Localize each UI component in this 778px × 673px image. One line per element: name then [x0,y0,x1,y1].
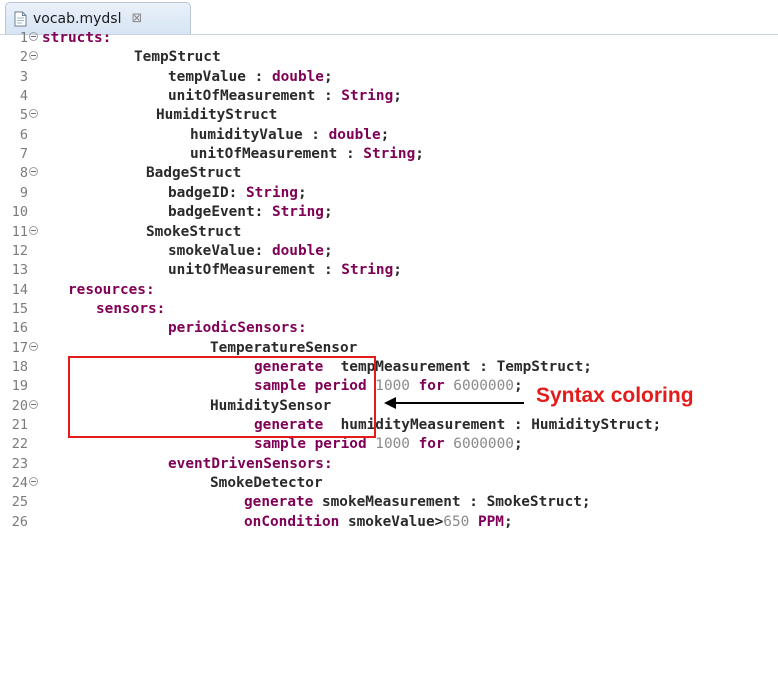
identifier-token: unitOfMeasurement : [168,262,342,279]
tab-title: vocab.mydsl [33,10,122,27]
identifier-token: ; [323,204,333,221]
keyword-token: double [271,242,324,259]
identifier-token: humidityValue : [190,126,329,143]
number-token: 1000 [375,436,410,453]
identifier-token: ; [393,262,402,279]
identifier-token: tempValue : [168,68,272,85]
fold-collapse-icon[interactable] [29,109,38,119]
identifier-token: SmokeStruct [146,223,242,240]
identifier-token [469,514,478,530]
fold-collapse-icon[interactable] [29,341,38,351]
identifier-token: ; [297,184,307,201]
fold-collapse-icon[interactable] [29,477,38,487]
keyword-token: structs: [42,30,112,46]
highlight-box [68,356,376,438]
arrow-left-icon [384,397,524,409]
identifier-token: unitOfMeasurement : [190,146,364,163]
annotation-label: Syntax coloring [536,384,694,407]
keyword-token: resources: [68,281,155,298]
identifier-token: unitOfMeasurement : [168,88,342,105]
keyword-token: generate [244,494,314,511]
file-icon [14,11,27,26]
keyword-token: String [363,146,416,163]
keyword-token: onCondition [244,513,340,530]
identifier-token: smokeMeasurement : SmokeStruct; [313,494,591,511]
identifier-token: ; [513,436,523,453]
line-number: 26 [11,513,28,530]
keyword-token: sample period [254,436,376,453]
identifier-token: ; [380,126,390,143]
keyword-token: sensors: [96,300,166,317]
keyword-token: PPM [477,513,504,530]
keyword-token: eventDrivenSensors: [168,455,333,472]
fold-collapse-icon[interactable] [29,399,38,409]
identifier-token: TemperatureSensor [210,339,358,356]
keyword-token: String [341,262,394,279]
fold-collapse-icon[interactable] [29,225,38,235]
keyword-token: String [271,204,324,221]
identifier-token: ; [415,146,424,163]
identifier-token: ; [513,378,523,395]
keyword-token: String [245,184,298,201]
fold-collapse-icon[interactable] [29,167,38,177]
identifier-token: BadgeStruct [146,165,242,182]
keyword-token: String [341,88,394,105]
close-icon[interactable]: ⊠ [131,11,142,26]
identifier-token: smokeValue> [339,513,444,530]
code-line[interactable]: 26 onCondition smokeValue>650 PPM; [0,510,778,534]
fold-collapse-icon[interactable] [29,51,38,61]
number-token: 650 [443,513,470,530]
code-text: onCondition smokeValue>650 PPM; [244,510,513,534]
keyword-token: double [271,68,324,85]
number-token: 6000000 [453,378,514,395]
identifier-token: ; [503,513,513,530]
identifier-token: badgeEvent: [168,204,272,221]
identifier-token: ; [393,88,402,105]
keyword-token: periodicSensors: [168,320,307,337]
identifier-token: ; [323,242,333,259]
number-token: 6000000 [453,436,514,453]
identifier-token: smokeValue: [168,242,272,259]
identifier-token: HumidityStruct [156,107,278,124]
identifier-token: TempStruct [134,49,221,66]
fold-collapse-icon[interactable] [29,32,38,41]
keyword-token: for [409,378,454,395]
identifier-token: SmokeDetector [210,475,323,492]
keyword-token: double [328,126,381,143]
identifier-token: badgeID: [168,184,246,201]
number-token: 1000 [375,378,410,395]
identifier-token: ; [323,68,333,85]
code-editor[interactable]: 1 structs: 2 TempStruct 3 tempValue : double;… [0,30,778,673]
keyword-token: for [409,436,454,453]
